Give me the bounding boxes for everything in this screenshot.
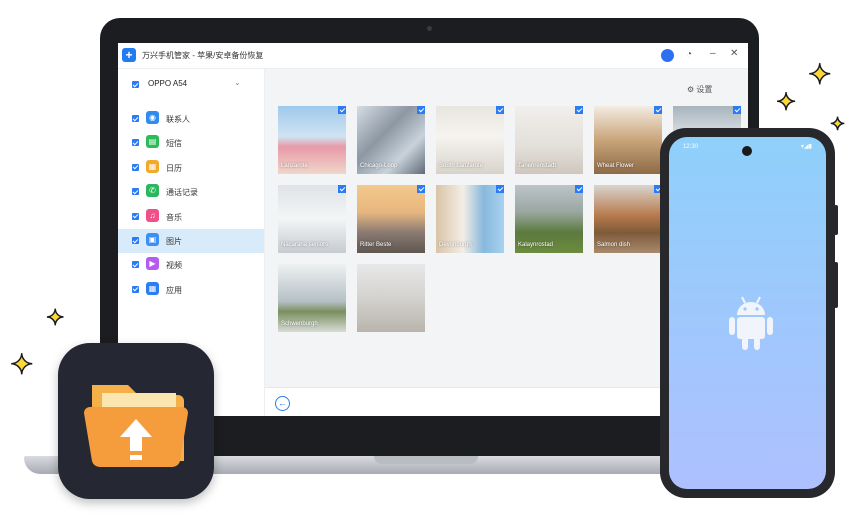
photo-checkbox[interactable]	[654, 106, 662, 114]
sparkle-icon: ✦	[45, 304, 65, 331]
photo-caption: Tanenrenstadt	[518, 163, 557, 169]
sidebar-item[interactable]: ♫ 音乐	[118, 205, 264, 229]
device-name: OPPO A54	[148, 79, 188, 88]
window-title: 万兴手机管家 - 苹果/安卓备份恢复	[142, 51, 264, 60]
settings-button[interactable]: ⚙ 设置	[687, 84, 712, 95]
sidebar-item-label: 联系人	[166, 115, 190, 124]
photo-caption: South Lanzarote	[439, 163, 484, 169]
sidebar-item[interactable]: ▦ 日历	[118, 156, 264, 180]
sidebar-item[interactable]: ✆ 通话记录	[118, 180, 264, 204]
sidebar-item-checkbox[interactable]	[132, 163, 139, 171]
sidebar-item[interactable]: ▤ 短信	[118, 131, 264, 155]
phone-clock: 12:30	[683, 144, 699, 150]
contacts-icon: ◉	[146, 111, 159, 124]
photo-checkbox[interactable]	[417, 106, 425, 114]
device-selector[interactable]: OPPO A54 ⌄	[132, 77, 252, 93]
sidebar-item-checkbox[interactable]	[132, 261, 139, 269]
photo-thumbnail[interactable]	[357, 264, 425, 332]
sparkle-icon: ✦	[829, 113, 846, 135]
sparkle-icon: ✦	[807, 58, 832, 91]
laptop-notch	[374, 456, 478, 464]
sparkle-icon: ✦	[775, 88, 797, 117]
photo-checkbox[interactable]	[338, 185, 346, 193]
sidebar-item[interactable]: ◉ 联系人	[118, 107, 264, 131]
sidebar-item-label: 通话记录	[166, 188, 198, 198]
photo-thumbnail[interactable]: Wheat Flower	[594, 106, 662, 174]
photo-thumbnail[interactable]: Lanzarote	[278, 106, 346, 174]
title-bar: + 万兴手机管家 - 苹果/安卓备份恢复 ◔ – ✕	[118, 43, 748, 69]
android-phone: 12:30 ▾◢▮	[660, 128, 835, 498]
sidebar-item[interactable]: ▶ 视频	[118, 253, 264, 277]
back-arrow-icon[interactable]: ←	[275, 396, 290, 411]
sidebar-item-checkbox[interactable]	[132, 115, 139, 122]
sparkle-icon: ✦	[9, 348, 34, 381]
photo-thumbnail[interactable]: Tanenrenstadt	[515, 106, 583, 174]
sidebar-item-label: 应用	[166, 285, 182, 295]
sidebar-item-label: 日历	[166, 163, 182, 173]
phone-screen: 12:30 ▾◢▮	[669, 137, 826, 489]
sidebar-item[interactable]: ▦ 应用	[118, 278, 264, 302]
sidebar-item-label: 图片	[166, 237, 182, 246]
photo-checkbox[interactable]	[496, 106, 504, 114]
photos-icon: ▣	[146, 233, 159, 246]
photo-checkbox[interactable]	[417, 185, 425, 193]
folder-upload-icon	[84, 385, 188, 468]
photo-thumbnail[interactable]: Ritter Beste	[357, 185, 425, 253]
photo-caption: Nacarana seniors	[281, 242, 329, 248]
photo-thumbnail[interactable]: Nacarana seniors	[278, 185, 346, 253]
sidebar-item-checkbox[interactable]	[132, 139, 139, 147]
music-icon: ♫	[146, 208, 159, 222]
photo-checkbox[interactable]	[575, 106, 583, 114]
photo-caption: Ritter Beste	[360, 242, 392, 248]
sidebar-item-label: 音乐	[166, 212, 182, 222]
phone-camera	[742, 146, 752, 156]
photo-thumbnail[interactable]: Schwenburgh	[278, 264, 346, 332]
video-icon: ▶	[146, 257, 159, 271]
photo-checkbox[interactable]	[575, 185, 583, 193]
sidebar-item-checkbox[interactable]	[132, 188, 139, 196]
sidebar-item-checkbox[interactable]	[132, 285, 139, 293]
photo-thumbnail[interactable]: Chicago-Loop	[357, 106, 425, 174]
sidebar-item[interactable]: ▣ 图片	[118, 229, 264, 253]
photo-thumbnail[interactable]: Kalaynrostad	[515, 185, 583, 253]
apps-icon: ▦	[146, 281, 159, 295]
photo-caption: Schwenburgh	[281, 321, 318, 327]
photo-checkbox[interactable]	[338, 106, 346, 114]
photo-caption: Devonburgh	[439, 242, 472, 248]
photo-checkbox[interactable]	[733, 106, 741, 114]
sidebar-item-checkbox[interactable]	[132, 212, 139, 220]
call-log-icon: ✆	[146, 184, 159, 198]
photo-caption: Kalaynrostad	[518, 242, 554, 248]
device-checkbox[interactable]	[132, 81, 139, 88]
photo-caption: Wheat Flower	[597, 163, 635, 169]
photo-thumbnail[interactable]: South Lanzarote	[436, 106, 504, 174]
account-icon[interactable]	[661, 49, 674, 62]
laptop-camera	[427, 26, 432, 31]
support-icon[interactable]: ◔	[686, 49, 692, 60]
photo-caption: Chicago-Loop	[360, 163, 398, 169]
android-logo-icon	[729, 296, 773, 350]
phone-status-icons: ▾◢▮	[801, 144, 812, 150]
settings-label: 设置	[696, 85, 713, 94]
photo-caption: Salmon dish	[597, 242, 631, 248]
messages-icon: ▤	[146, 135, 159, 149]
sidebar-item-label: 短信	[166, 139, 182, 149]
backup-app-icon	[58, 343, 214, 499]
photo-checkbox[interactable]	[496, 185, 504, 193]
app-logo-icon: +	[122, 48, 136, 62]
sidebar-item-checkbox[interactable]	[132, 237, 139, 244]
photo-caption: Lanzarote	[281, 163, 308, 169]
photo-thumbnail[interactable]: Devonburgh	[436, 185, 504, 253]
calendar-icon: ▦	[146, 159, 159, 173]
sidebar-item-label: 视频	[166, 261, 182, 271]
close-icon[interactable]: ✕	[730, 48, 738, 59]
minimize-icon[interactable]: –	[710, 48, 716, 59]
photo-thumbnail[interactable]: Salmon dish	[594, 185, 662, 253]
chevron-down-icon[interactable]: ⌄	[234, 78, 241, 87]
